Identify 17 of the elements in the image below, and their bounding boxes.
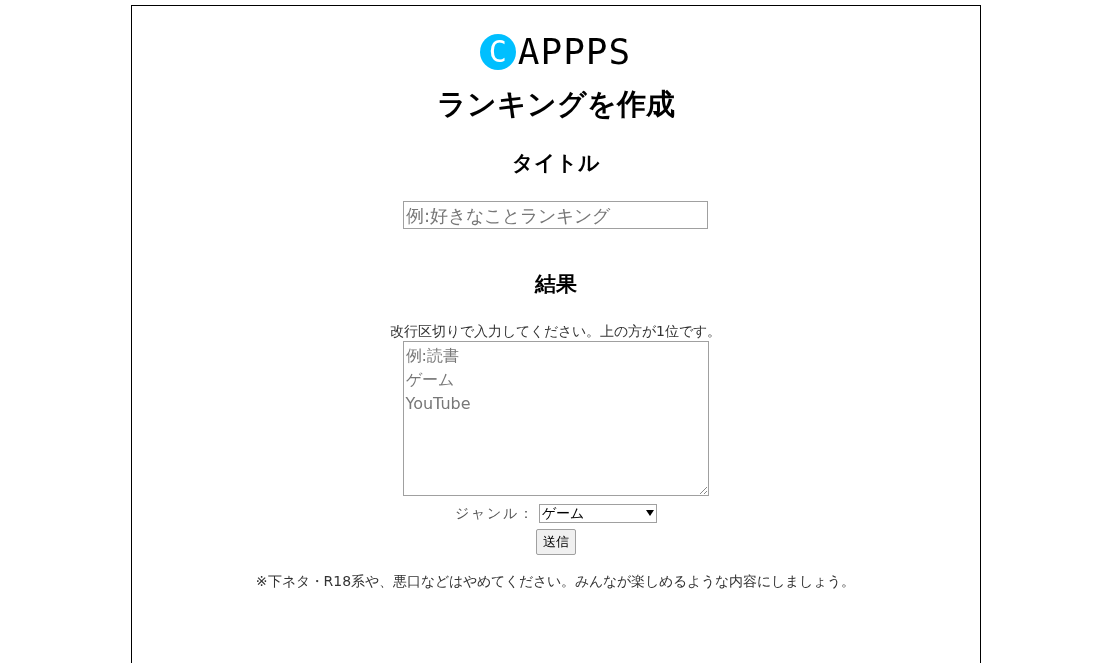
result-textarea[interactable]: 例:読書 ゲーム YouTube: [402, 341, 709, 496]
placeholder-text: 例:読書: [405, 345, 459, 367]
resize-grip-icon: [698, 486, 707, 494]
submit-button[interactable]: 送信: [535, 529, 576, 555]
page-heading: ランキングを作成: [435, 86, 676, 123]
logo-mark: C: [479, 34, 516, 70]
genre-select[interactable]: ゲーム: [538, 503, 657, 523]
title-input[interactable]: 例:好きなことランキング: [403, 201, 708, 229]
dropdown-arrow-icon: [645, 510, 654, 516]
instruction-text: 改行区切りで入力してください。上の方が1位です。: [389, 322, 722, 341]
section-heading: 結果: [533, 271, 578, 298]
placeholder-text: YouTube: [405, 393, 471, 415]
logo-text: APPPS: [517, 32, 632, 72]
genre-label: ジャンル：: [454, 504, 535, 523]
section-heading: タイトル: [510, 150, 601, 177]
warning-text: ※下ネタ・R18系や、悪口などはやめてください。みんなが楽しめるような内容にしましょう。: [254, 571, 857, 591]
placeholder-text: ゲーム: [405, 369, 454, 391]
